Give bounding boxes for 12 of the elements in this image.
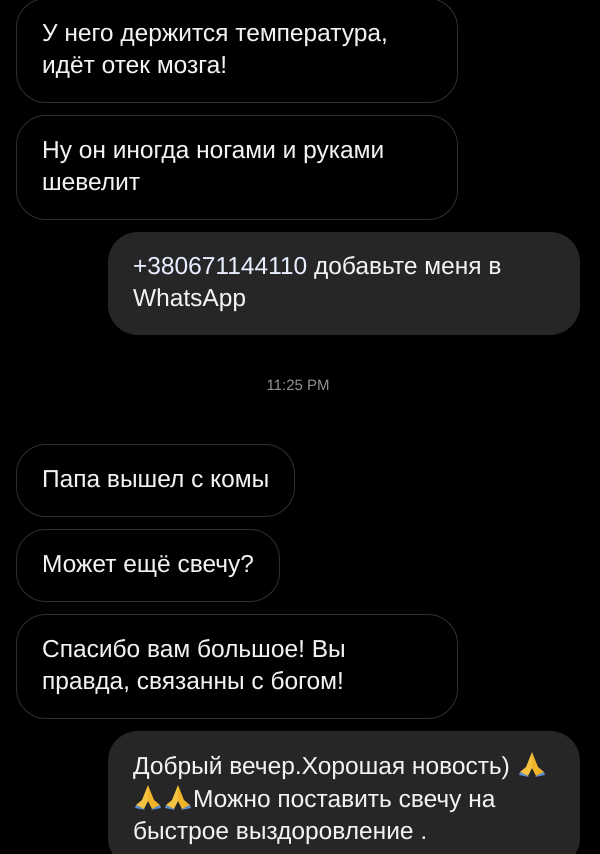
praying-hands-icon bbox=[163, 782, 193, 810]
timestamp: 11:25 PM bbox=[266, 376, 330, 396]
phone-link[interactable]: +380671144110 bbox=[133, 253, 308, 280]
message-text: Спасибо вам большое! Вы правда, связанны с богом! bbox=[42, 636, 347, 694]
message-text: У него держится температура, идёт отек мозга! bbox=[42, 20, 389, 79]
praying-hands-icon bbox=[516, 750, 547, 778]
message-text: Папа вышел с комы bbox=[42, 466, 270, 492]
message-text: Ну он иногда ногами и руками шевелит bbox=[42, 137, 386, 196]
praying-hands-icon bbox=[133, 782, 163, 810]
message-text: Может ещё свечу? bbox=[42, 550, 254, 578]
message-text: Добрый вечер.Хорошая новость) Можно поставить свечу на быстрое выздоровление . bbox=[133, 752, 547, 844]
message-text: +380671144110 добавьте меня в WhatsApp bbox=[133, 253, 502, 312]
